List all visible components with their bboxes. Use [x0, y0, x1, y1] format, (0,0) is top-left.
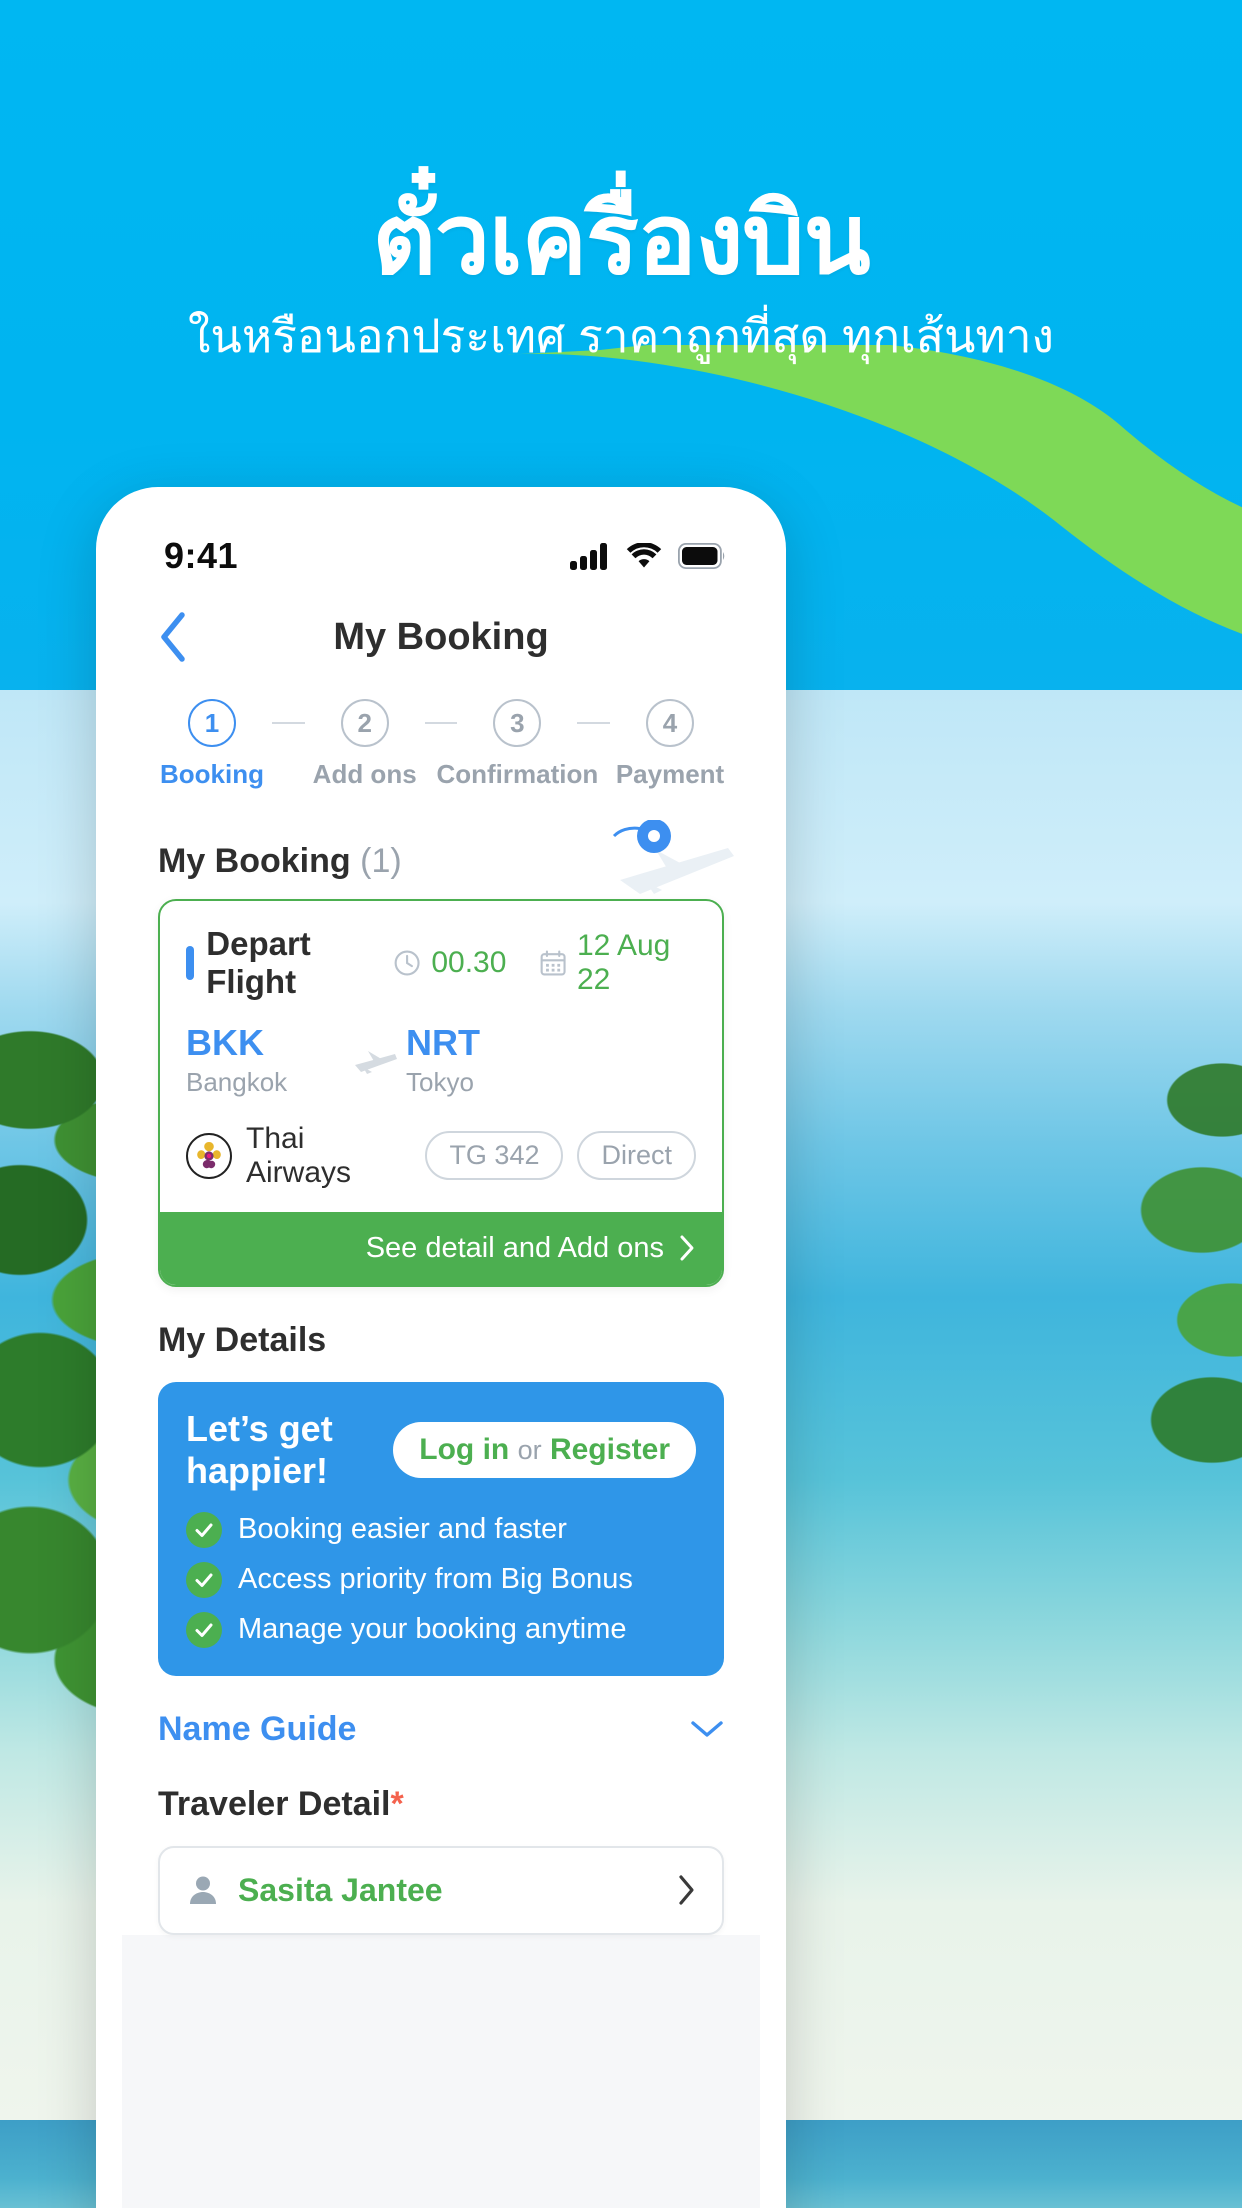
- chevron-right-icon[interactable]: [676, 1874, 696, 1906]
- battery-icon: [678, 543, 725, 569]
- my-booking-header: My Booking (1): [122, 816, 760, 894]
- chevron-left-icon: [161, 612, 185, 662]
- flight-number-chip: TG 342: [425, 1131, 564, 1181]
- traveler-detail-title: Traveler Detail*: [122, 1749, 760, 1824]
- traveler-row[interactable]: Sasita Jantee: [158, 1845, 724, 1935]
- or-label: or: [517, 1434, 542, 1465]
- plane-decoration-icon: [610, 819, 740, 900]
- thai-airways-logo-icon: [186, 1132, 232, 1179]
- stepper-connector: [424, 722, 458, 724]
- step-label: Add ons: [312, 759, 417, 789]
- flight-date: 12 Aug 22: [576, 929, 671, 996]
- traveler-name: Sasita Jantee: [238, 1871, 443, 1908]
- origin-group: BKK Bangkok: [186, 1023, 346, 1098]
- status-time: 9:41: [164, 535, 239, 576]
- clock-icon: [394, 950, 420, 976]
- nav-bar: My Booking: [122, 589, 760, 685]
- page-content: My Booking (1) Depart Flight 00.30 12 Au…: [122, 816, 760, 2208]
- chevron-down-icon[interactable]: [690, 1719, 724, 1739]
- see-detail-label: See detail and Add ons: [365, 1231, 664, 1264]
- phone-mockup: 9:41 My Booking 1 Booking 2 Add ons 3 Co…: [96, 487, 786, 2208]
- flight-card-body: Depart Flight 00.30 12 Aug 22 BKK Bangko…: [160, 901, 722, 1212]
- status-icons: [570, 542, 726, 570]
- hero-title: ตั๋วเครื่องบิน: [372, 184, 870, 294]
- promo-benefits-list: Booking easier and faster Access priorit…: [186, 1511, 696, 1648]
- promo-benefit-item: Booking easier and faster: [186, 1511, 696, 1548]
- check-icon: [186, 1611, 222, 1648]
- destination-city: Tokyo: [406, 1066, 474, 1097]
- name-guide-row[interactable]: Name Guide: [122, 1676, 760, 1749]
- depart-flight-label-group: Depart Flight: [186, 925, 393, 1001]
- stepper-step-3[interactable]: 3 Confirmation: [436, 699, 598, 790]
- promo-benefit-item: Access priority from Big Bonus: [186, 1561, 696, 1598]
- stops-chip: Direct: [577, 1131, 696, 1181]
- chevron-right-icon: [680, 1235, 694, 1261]
- step-label: Booking: [160, 759, 264, 789]
- booking-stepper: 1 Booking 2 Add ons 3 Confirmation 4 Pay…: [122, 685, 760, 816]
- traveler-detail-label: Traveler Detail: [158, 1784, 391, 1823]
- phone-screen: 9:41 My Booking 1 Booking 2 Add ons 3 Co…: [122, 513, 760, 2208]
- traveler-left-group: Sasita Jantee: [186, 1872, 443, 1909]
- palm-foliage-right: [1102, 1060, 1242, 1480]
- login-label: Log in: [419, 1432, 510, 1466]
- step-number: 1: [188, 699, 236, 747]
- page-title: My Booking: [333, 615, 549, 658]
- stepper-step-2[interactable]: 2 Add ons: [305, 699, 425, 790]
- person-icon: [190, 1876, 216, 1905]
- promo-title: Let’s get happier!: [186, 1407, 333, 1491]
- flight-route: BKK Bangkok NRT Tokyo: [186, 1023, 696, 1098]
- my-booking-heading-text: My Booking: [158, 842, 351, 880]
- promo-benefit-label: Booking easier and faster: [238, 1513, 567, 1546]
- hero-subtitle: ในหรือนอกประเทศ ราคาถูกที่สุด ทุกเส้นทาง: [187, 310, 1055, 362]
- origin-city: Bangkok: [186, 1066, 288, 1097]
- back-button[interactable]: [158, 610, 202, 664]
- flight-meta: 00.30 12 Aug 22: [393, 929, 696, 997]
- origin-code: BKK: [186, 1022, 264, 1063]
- stepper-connector: [272, 722, 305, 724]
- promo-benefit-item: Manage your booking anytime: [186, 1611, 696, 1648]
- signal-icon: [570, 543, 607, 570]
- promo-benefit-label: Access priority from Big Bonus: [238, 1563, 633, 1596]
- step-number: 3: [493, 699, 542, 747]
- wifi-icon: [626, 542, 662, 567]
- name-guide-label: Name Guide: [158, 1709, 357, 1748]
- my-booking-count: (1): [360, 842, 402, 880]
- flight-time: 00.30: [431, 946, 507, 979]
- destination-group: NRT Tokyo: [406, 1023, 566, 1098]
- content-inner: My Booking (1) Depart Flight 00.30 12 Au…: [122, 816, 760, 1935]
- status-bar: 9:41: [122, 513, 760, 589]
- step-number: 2: [340, 699, 389, 747]
- airline-name: Thai Airways: [246, 1121, 352, 1189]
- promo-top-row: Let’s get happier! Log in or Register: [186, 1408, 696, 1492]
- register-label: Register: [549, 1432, 670, 1466]
- accent-bar: [186, 946, 195, 980]
- stepper-step-4[interactable]: 4 Payment: [610, 699, 730, 790]
- promo-benefit-label: Manage your booking anytime: [238, 1613, 627, 1646]
- depart-flight-label: Depart Flight: [206, 925, 311, 1000]
- step-label: Confirmation: [436, 759, 599, 789]
- step-number: 4: [646, 699, 695, 747]
- flight-card-top-row: Depart Flight 00.30 12 Aug 22: [186, 925, 696, 1001]
- required-asterisk: *: [390, 1784, 404, 1823]
- check-icon: [186, 1511, 222, 1548]
- flight-card[interactable]: Depart Flight 00.30 12 Aug 22 BKK Bangko…: [158, 899, 724, 1287]
- promo-banner: Let’s get happier! Log in or Register Bo…: [158, 1381, 724, 1676]
- step-label: Payment: [615, 759, 725, 789]
- screenshot-root: ตั๋วเครื่องบิน ในหรือนอกประเทศ ราคาถูกที…: [0, 0, 1242, 2208]
- airline-row: Thai Airways TG 342 Direct: [186, 1122, 696, 1190]
- login-register-button[interactable]: Log in or Register: [393, 1421, 696, 1478]
- check-icon: [186, 1561, 222, 1598]
- stepper-connector: [577, 722, 611, 724]
- my-details-title: My Details: [158, 1320, 327, 1359]
- route-plane-icon: [346, 1041, 406, 1079]
- my-booking-heading: My Booking (1): [158, 842, 402, 881]
- stepper-step-1[interactable]: 1 Booking: [152, 699, 272, 790]
- see-detail-add-ons-button[interactable]: See detail and Add ons: [160, 1211, 722, 1285]
- calendar-icon: [540, 950, 566, 976]
- destination-code: NRT: [406, 1022, 480, 1063]
